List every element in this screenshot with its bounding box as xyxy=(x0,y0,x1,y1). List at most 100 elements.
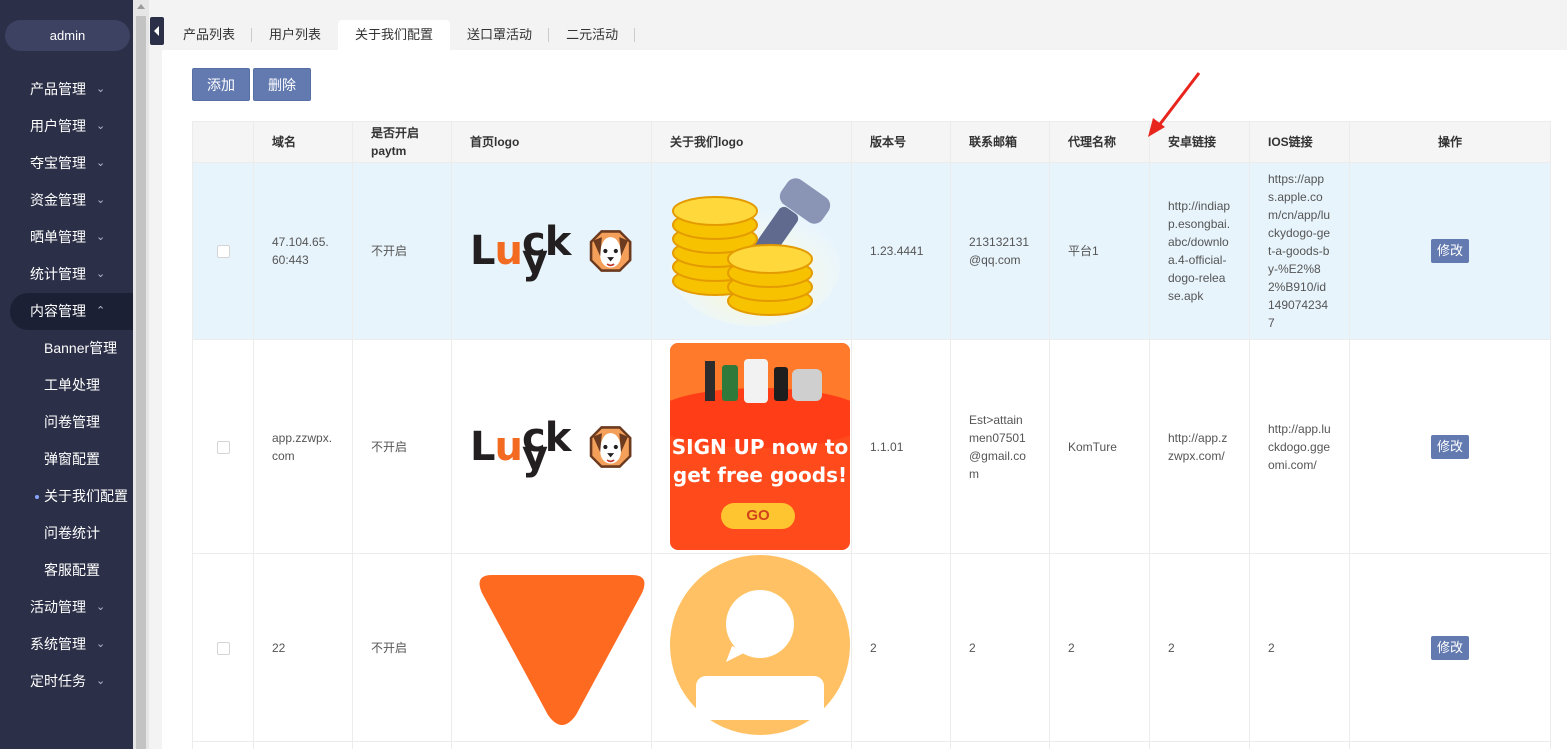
email-cell: Est>attainmen07501@gmail.com xyxy=(950,339,1050,554)
email-cell: 213132131@qq.com xyxy=(950,162,1050,340)
sidebar-item-label: 活动管理 xyxy=(30,599,86,615)
tab-mask-activity[interactable]: 送口罩活动 xyxy=(450,20,550,50)
tab-user-list[interactable]: 用户列表 xyxy=(252,20,338,50)
sidebar-subitem-label: 关于我们配置 xyxy=(44,488,128,504)
sidebar-item-activity[interactable]: 活动管理 ⌄ xyxy=(0,589,133,626)
sidebar-subitem-survey-stats[interactable]: 问卷统计 xyxy=(0,515,133,552)
sidebar-item-content[interactable]: 内容管理 ⌃ xyxy=(10,293,133,330)
tab-binary-activity[interactable]: 二元活动 xyxy=(549,20,636,50)
scroll-up-icon[interactable] xyxy=(137,4,145,9)
tab-label: 送口罩活动 xyxy=(467,27,533,42)
sidebar-item-funds[interactable]: 资金管理 ⌄ xyxy=(0,182,133,219)
table-cell xyxy=(950,741,1050,749)
header-version: 版本号 xyxy=(851,121,951,163)
ios-link-cell: https://apps.apple.com/cn/app/luckydogo-… xyxy=(1249,162,1350,340)
sidebar-item-stats[interactable]: 统计管理 ⌄ xyxy=(0,256,133,293)
sidebar-subitem-label: 问卷管理 xyxy=(44,414,100,430)
paytm-cell: 不开启 xyxy=(352,339,452,554)
home-logo-cell xyxy=(451,553,652,742)
sidebar-item-product[interactable]: 产品管理 ⌄ xyxy=(0,71,133,108)
sidebar-subitem-popup[interactable]: 弹窗配置 xyxy=(0,441,133,478)
chevron-down-icon: ⌄ xyxy=(96,638,106,650)
sidebar-item-label: 资金管理 xyxy=(30,192,86,208)
lucky-logo-letters-cky: cky xyxy=(521,414,571,479)
edit-button[interactable]: 修改 xyxy=(1430,434,1469,459)
lucky-logo-letter-l: L xyxy=(470,423,495,470)
kettle-icon xyxy=(792,369,822,401)
sidebar-scrollbar[interactable] xyxy=(133,0,149,749)
android-link-cell: 2 xyxy=(1149,553,1250,742)
about-config-table: 域名 是否开启 paytm 首页logo 关于我们logo 版本号 联系邮箱 代理… xyxy=(192,121,1551,749)
sidebar-subitem-support[interactable]: 客服配置 xyxy=(0,552,133,589)
chevron-down-icon: ⌄ xyxy=(96,83,106,95)
chevron-down-icon: ⌄ xyxy=(96,194,106,206)
sidebar-item-system[interactable]: 系统管理 ⌄ xyxy=(0,626,133,663)
row-select-cell xyxy=(192,339,254,554)
collapse-sidebar-button[interactable] xyxy=(150,17,164,45)
table-cell xyxy=(1349,741,1551,749)
table-row[interactable]: 47.104.65.60:443 不开启 Lu cky 1.23.4441 21… xyxy=(192,162,1551,340)
lucky-logo-letter-l: L xyxy=(470,228,495,274)
chevron-down-icon: ⌄ xyxy=(96,675,106,687)
action-cell: 修改 xyxy=(1349,162,1551,340)
add-button[interactable]: 添加 xyxy=(192,68,250,101)
sidebar-subitem-label: 弹窗配置 xyxy=(44,451,100,467)
sidebar-subitem-label: Banner管理 xyxy=(44,340,118,356)
edit-button[interactable]: 修改 xyxy=(1430,635,1469,660)
table-cell xyxy=(253,741,353,749)
tab-product-list[interactable]: 产品列表 xyxy=(166,20,253,50)
user-avatar-logo-image xyxy=(670,555,850,735)
promo-text: SIGN UP now to get free goods! xyxy=(670,433,850,489)
domain-cell: 47.104.65.60:443 xyxy=(253,162,353,340)
sidebar-item-label: 统计管理 xyxy=(30,266,86,282)
agent-cell: 2 xyxy=(1049,553,1150,742)
sidebar-subitem-tickets[interactable]: 工单处理 xyxy=(0,367,133,404)
orange-triangle-logo-image xyxy=(479,575,645,725)
scrollbar-thumb[interactable] xyxy=(136,16,146,749)
lucky-logo-image: Lu cky xyxy=(470,414,633,479)
table-row[interactable]: 22 不开启 2 2 2 2 2 修改 xyxy=(192,553,1551,742)
action-cell: 修改 xyxy=(1349,339,1551,554)
sidebar-subitem-about[interactable]: 关于我们配置 xyxy=(0,478,133,515)
table-row[interactable] xyxy=(192,741,1551,749)
ios-link-cell: http://app.luckdogo.ggeomi.com/ xyxy=(1249,339,1350,554)
row-checkbox[interactable] xyxy=(216,641,230,655)
header-home-logo: 首页logo xyxy=(451,121,652,163)
table-cell xyxy=(1149,741,1250,749)
sidebar-subitem-label: 客服配置 xyxy=(44,562,100,578)
sidebar-subitem-survey[interactable]: 问卷管理 xyxy=(0,404,133,441)
header-ios: IOS链接 xyxy=(1249,121,1350,163)
product-bottle-icon xyxy=(744,359,768,403)
product-bottle-icon xyxy=(705,361,715,401)
table-row[interactable]: app.zzwpx.com 不开启 Lu cky SIGN UP now to … xyxy=(192,339,1551,554)
sidebar-subitem-label: 工单处理 xyxy=(44,377,100,393)
sidebar-subitem-banner[interactable]: Banner管理 xyxy=(0,330,133,367)
home-logo-cell: Lu cky xyxy=(451,339,652,554)
tab-bar: 产品列表 用户列表 关于我们配置 送口罩活动 二元活动 xyxy=(166,20,636,50)
edit-button[interactable]: 修改 xyxy=(1430,239,1469,263)
tab-about-config[interactable]: 关于我们配置 xyxy=(338,20,451,50)
sidebar-subitem-label: 问卷统计 xyxy=(44,525,100,541)
sidebar-item-user[interactable]: 用户管理 ⌄ xyxy=(0,108,133,145)
version-cell: 1.1.01 xyxy=(851,339,951,554)
about-logo-cell xyxy=(651,162,852,340)
row-checkbox[interactable] xyxy=(216,245,230,259)
sidebar-item-treasure[interactable]: 夺宝管理 ⌄ xyxy=(0,145,133,182)
header-action: 操作 xyxy=(1349,121,1551,163)
product-bottle-icon xyxy=(722,365,738,401)
chevron-down-icon: ⌄ xyxy=(96,120,106,132)
sidebar-item-label: 夺宝管理 xyxy=(30,155,86,171)
domain-cell: 22 xyxy=(253,553,353,742)
action-cell: 修改 xyxy=(1349,553,1551,742)
sidebar-item-showcase[interactable]: 晒单管理 ⌄ xyxy=(0,219,133,256)
user-name[interactable]: admin xyxy=(5,20,130,51)
dog-face-icon xyxy=(589,230,632,272)
paytm-cell: 不开启 xyxy=(352,162,452,340)
sidebar-item-scheduled[interactable]: 定时任务 ⌄ xyxy=(0,663,133,700)
about-logo-cell xyxy=(651,553,852,742)
header-agent: 代理名称 xyxy=(1049,121,1150,163)
delete-button[interactable]: 删除 xyxy=(253,68,311,101)
header-email: 联系邮箱 xyxy=(950,121,1050,163)
sidebar-item-label: 晒单管理 xyxy=(30,229,86,245)
row-checkbox[interactable] xyxy=(216,440,230,454)
